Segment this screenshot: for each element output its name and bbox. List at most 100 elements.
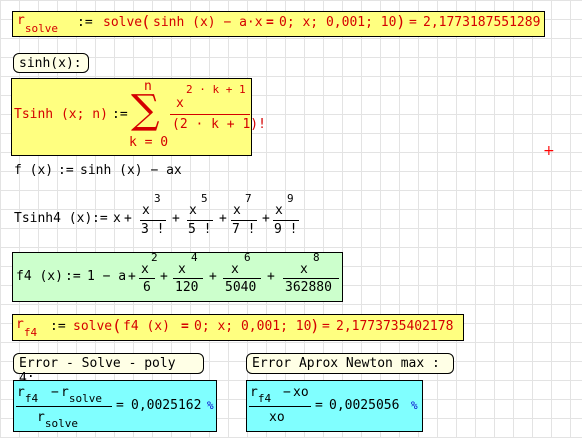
r-solve-variable: rsolve [17,13,58,35]
numerator-xo: xo [293,385,309,400]
term-x6-fraction-bar [223,278,261,279]
f4-definition-region[interactable]: f4 (x) := 1 − a + x 2 6 + x 4 120 + x 6 … [12,251,343,302]
term-x9-denominator: 9 ! [274,222,298,237]
tsinh-definition-region[interactable]: Tsinh (x; n) := n ∑ k = 0 x 2 · k + 1 (2… [11,78,266,156]
denominator-r-solve: rsolve [37,410,78,430]
solve-argument-expression: f4 (x) [123,319,170,334]
error-newton-max-region[interactable]: rf4 − xo xo = 0,0025056 % [246,380,423,432]
open-paren: ( [141,12,151,31]
term-x8-exponent: 8 [313,251,320,264]
assign-operator: := [58,163,74,178]
tsinh4-definition-region[interactable]: Tsinh4 (x) := x + x 3 3 ! + x 5 5 ! + x … [12,192,302,244]
error-solve-poly4-label[interactable]: Error - Solve - poly 4: [13,353,204,386]
term-x4-denominator: 120 [175,280,199,295]
term-x7-exponent: 7 [245,192,252,205]
error-solve-poly4-region[interactable]: rf4 − rsolve rsolve = 0,0025162 % [13,380,217,432]
f-lhs: f (x) [14,163,54,178]
term-x8-fraction-bar [283,278,339,279]
r-f4-variable: rf4 [16,317,37,339]
term-x5-fraction-bar [187,220,213,221]
term-x2-denominator: 6 [143,280,151,295]
plus-operator: + [262,211,270,226]
fraction-denominator: (2 · k + 1)! [172,117,266,132]
assign-operator: := [112,107,128,122]
term-x9-base: x [275,203,283,218]
minus-operator: − [51,385,59,400]
close-paren: ) [396,12,406,31]
solve-argument-rest: 0; x; 0,001; 10 [279,15,397,30]
plus-operator: + [160,269,168,284]
term-x6-exponent: 6 [244,251,251,264]
leading-x-term: x [113,211,121,226]
f-definition-region[interactable]: f (x) := sinh (x) − ax [12,160,182,184]
tsinh-lhs: Tsinh (x; n) [14,107,108,122]
r-f4-subscript: f4 [257,392,272,405]
term-x9-fraction-bar [273,220,299,221]
result-equals: = [116,398,124,413]
crosshair-cursor-icon: + [543,143,555,159]
error-newton-max-label-text: Error Aprox Newton max : [252,356,440,371]
term-x6-denominator: 5040 [225,280,257,295]
plus-operator: + [267,269,275,284]
plus-operator: + [219,211,227,226]
result-equals: = [322,319,330,334]
f4-leading-expression: 1 − a [87,269,127,284]
fraction-numerator-base: x [176,96,184,111]
term-x3-exponent: 3 [154,192,161,205]
f4-lhs: f4 (x) [16,269,63,284]
assign-operator: := [50,319,66,334]
r-solve-base: r [37,410,45,425]
error-fraction-bar [249,406,311,407]
term-x7-denominator: 7 ! [232,222,256,237]
numerator-r-solve: rsolve [61,385,102,405]
f4-solve-equation-region[interactable]: rf4 := solve ( f4 (x) = 0; x; 0,001; 10 … [12,314,464,341]
open-paren: ( [112,316,122,335]
plus-operator: + [209,269,217,284]
close-paren: ) [310,316,320,335]
term-x8-denominator: 362880 [285,280,332,295]
r-solve-subscript: solve [24,22,58,35]
term-x4-fraction-bar [173,278,203,279]
result-equals: = [409,15,417,30]
r-solve-base: r [61,385,69,400]
term-x4-exponent: 4 [191,251,198,264]
sum-lower-limit: k = 0 [129,135,169,150]
percent-unit: % [411,399,418,412]
term-x3-denominator: 3 ! [141,222,165,237]
sinh-section-label[interactable]: sinh(x): [13,53,89,73]
plus-operator: + [172,211,180,226]
r-f4-subscript: f4 [23,326,38,339]
assign-operator: := [77,15,93,30]
solve-equation-region[interactable]: rsolve := solve ( sinh (x) − a·x = 0; x;… [12,11,545,37]
term-x2-base: x [141,262,149,277]
term-x3-fraction-bar [140,220,166,221]
bold-equals: = [266,15,274,30]
percent-unit: % [207,399,214,412]
term-x9-exponent: 9 [287,192,294,205]
term-x4-base: x [178,262,186,277]
r-f4-base: r [16,317,24,332]
term-x5-exponent: 5 [201,192,208,205]
assign-operator: := [65,269,81,284]
error-fraction-bar [16,406,112,407]
plus-operator: + [128,269,136,284]
solve-result-value: 2,1773187551289 [423,15,541,30]
term-x8-base: x [300,262,308,277]
term-x5-denominator: 5 ! [188,222,212,237]
solve-argument-expression: sinh (x) − a·x [153,15,263,30]
r-f4-base: r [250,385,258,400]
f-rhs: sinh (x) − ax [80,163,182,178]
solve-argument-rest: 0; x; 0,001; 10 [194,319,312,334]
term-x6-base: x [231,262,239,277]
numerator-r-f4: rf4 [250,385,271,405]
summation-symbol: ∑ [131,87,160,133]
term-x7-base: x [233,203,241,218]
bold-equals: = [181,319,189,334]
error-newton-max-label[interactable]: Error Aprox Newton max : [246,353,454,374]
numerator-r-f4: rf4 [17,385,38,405]
f4-solve-result-value: 2,1773735402178 [336,319,454,334]
denominator-xo: xo [269,410,285,425]
fraction-bar [170,114,250,115]
plus-operator: + [124,211,132,226]
term-x7-fraction-bar [231,220,257,221]
